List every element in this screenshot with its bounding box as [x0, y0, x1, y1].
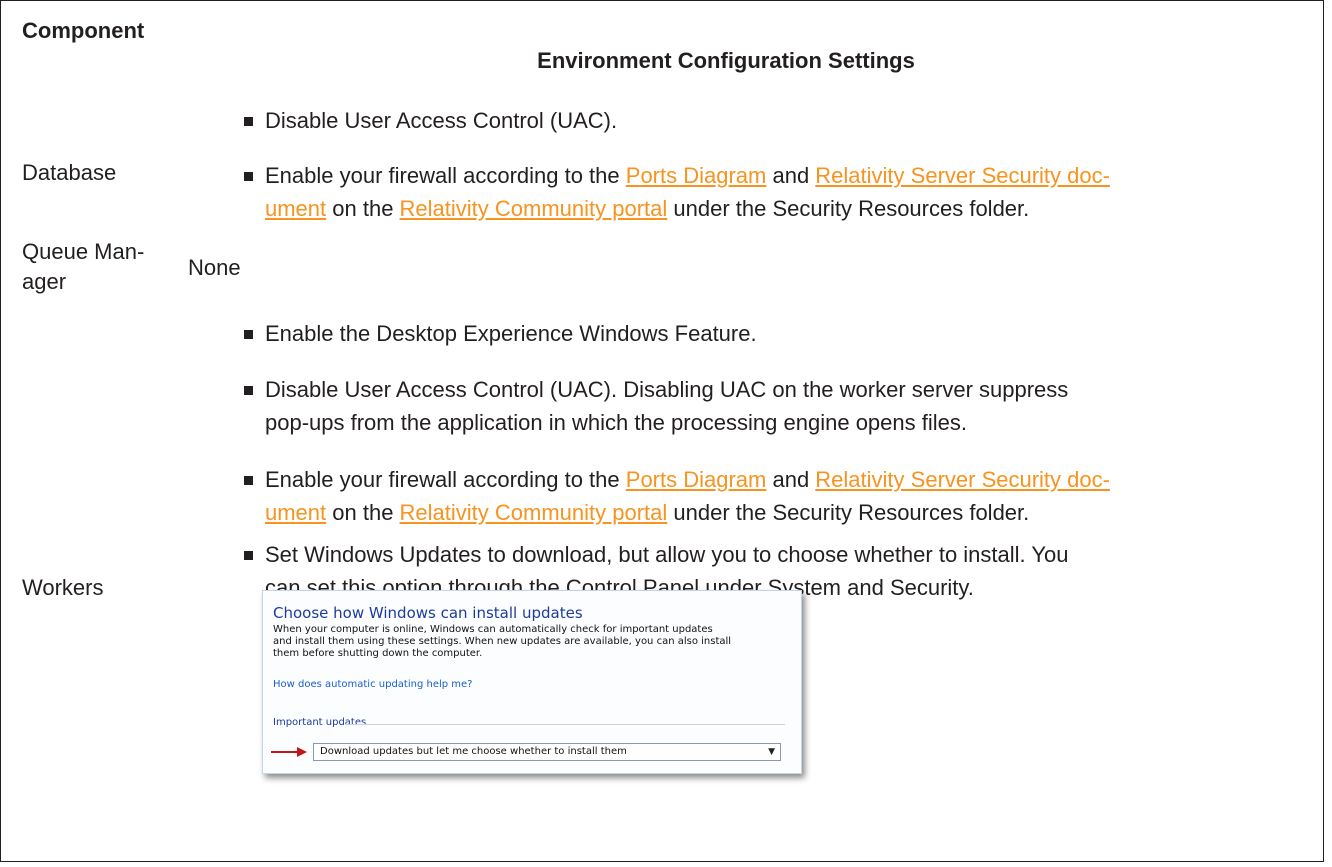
chevron-down-icon: ▼: [768, 747, 775, 757]
server-security-link-cont[interactable]: ument: [265, 500, 326, 525]
server-security-link-cont[interactable]: ument: [265, 196, 326, 221]
bullet-icon: [244, 551, 253, 560]
dialog-title: Choose how Windows can install updates: [273, 604, 583, 622]
server-security-link[interactable]: Relativity Server Security doc-: [815, 163, 1110, 188]
bullet-text-firewall: Enable your firewall according to the Po…: [265, 159, 1325, 225]
bullet-icon: [244, 117, 253, 126]
row-label-workers: Workers: [22, 575, 104, 600]
important-updates-dropdown[interactable]: Download updates but let me choose wheth…: [313, 743, 781, 761]
column-header-component: Component: [22, 18, 145, 43]
firewall-line-2: ument on the Relativity Community portal…: [265, 500, 1030, 525]
bullet-icon: [244, 172, 253, 181]
ports-diagram-link[interactable]: Ports Diagram: [626, 163, 767, 188]
dialog-help-link[interactable]: How does automatic updating help me?: [273, 679, 472, 690]
ports-diagram-link[interactable]: Ports Diagram: [626, 467, 767, 492]
community-portal-link[interactable]: Relativity Community portal: [400, 196, 668, 221]
row-label-queue-manager: Queue Man- ager: [22, 239, 145, 294]
community-portal-link[interactable]: Relativity Community portal: [400, 500, 668, 525]
red-arrow-icon: [271, 747, 307, 757]
firewall-line-2: ument on the Relativity Community portal…: [265, 196, 1030, 221]
bullet-icon: [244, 386, 253, 395]
dialog-section-label: Important updates: [273, 717, 367, 728]
dialog-description: When your computer is online, Windows ca…: [273, 624, 732, 659]
firewall-line-1: Enable your firewall according to the Po…: [265, 163, 1110, 188]
windows-update-screenshot: Choose how Windows can install updates W…: [262, 590, 802, 774]
queue-manager-value: None: [188, 255, 241, 280]
firewall-line-1: Enable your firewall according to the Po…: [265, 467, 1110, 492]
bullet-text: Enable the Desktop Experience Windows Fe…: [265, 321, 757, 346]
row-label-database: Database: [22, 160, 117, 185]
bullet-text-uac: Disable User Access Control (UAC). Disab…: [265, 377, 1069, 435]
column-header-settings: Environment Configuration Settings: [537, 48, 915, 73]
dialog-divider: [345, 724, 785, 725]
server-security-link[interactable]: Relativity Server Security doc-: [815, 467, 1110, 492]
bullet-icon: [244, 476, 253, 485]
bullet-text: Disable User Access Control (UAC).: [265, 108, 618, 133]
bullet-icon: [244, 330, 253, 339]
bullet-text-firewall: Enable your firewall according to the Po…: [265, 463, 1325, 529]
